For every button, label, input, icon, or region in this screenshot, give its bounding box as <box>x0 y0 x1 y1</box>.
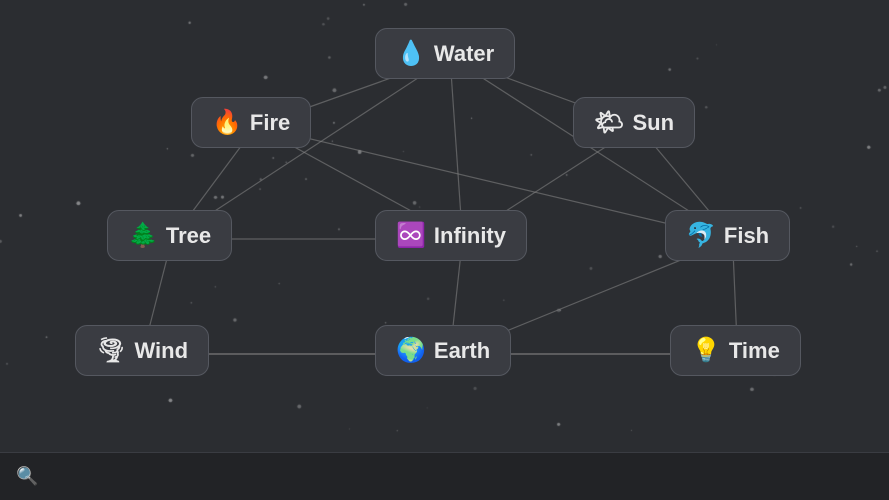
node-infinity[interactable]: ♾️ Infinity <box>375 210 527 261</box>
node-earth[interactable]: 🌍 Earth <box>375 325 511 376</box>
earth-emoji: 🌍 <box>396 336 426 365</box>
sun-label: Sun <box>632 110 674 136</box>
node-water[interactable]: 💧 Water <box>375 28 515 79</box>
search-icon: 🔍 <box>16 466 38 487</box>
water-emoji: 💧 <box>396 39 426 68</box>
fire-label: Fire <box>250 110 290 136</box>
bottom-bar: 🔍 <box>0 452 889 500</box>
infinity-label: Infinity <box>434 223 506 249</box>
tree-emoji: 🌲 <box>128 221 158 250</box>
fish-emoji: 🐬 <box>686 221 716 250</box>
time-emoji: 💡 <box>691 336 721 365</box>
node-sun[interactable]: 🌤 Sun <box>573 97 695 148</box>
node-fire[interactable]: 🔥 Fire <box>191 97 311 148</box>
fire-emoji: 🔥 <box>212 108 242 137</box>
fish-label: Fish <box>724 223 769 249</box>
wind-label: Wind <box>134 338 188 364</box>
time-label: Time <box>729 338 780 364</box>
sun-emoji: 🌤 <box>594 108 624 137</box>
node-wind[interactable]: 🌪 Wind <box>75 325 209 376</box>
water-label: Water <box>434 41 494 67</box>
node-time[interactable]: 💡 Time <box>670 325 801 376</box>
tree-label: Tree <box>166 223 211 249</box>
earth-label: Earth <box>434 338 490 364</box>
node-tree[interactable]: 🌲 Tree <box>107 210 232 261</box>
infinity-emoji: ♾️ <box>396 221 426 250</box>
wind-emoji: 🌪 <box>96 336 126 365</box>
node-fish[interactable]: 🐬 Fish <box>665 210 790 261</box>
